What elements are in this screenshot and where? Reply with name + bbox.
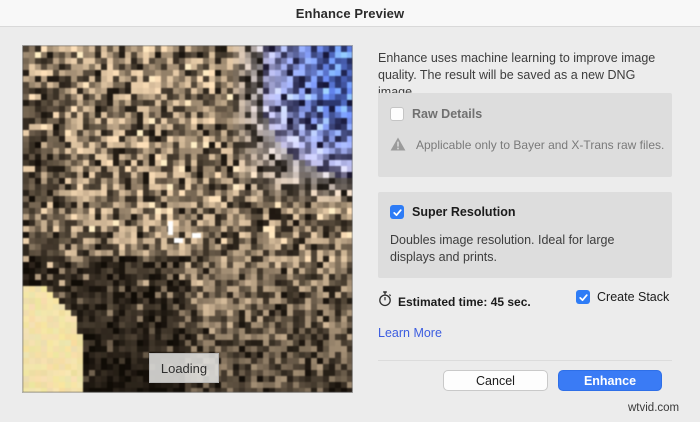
raw-details-note: Applicable only to Bayer and X-Trans raw… xyxy=(416,137,664,153)
raw-details-section: Raw Details Applicable only to Bayer and… xyxy=(378,93,672,177)
warning-icon xyxy=(390,137,406,156)
estimated-time-label: Estimated time: 45 sec. xyxy=(398,295,531,309)
raw-details-option[interactable]: Raw Details xyxy=(390,107,482,121)
watermark: wtvid.com xyxy=(628,402,679,414)
loading-label: Loading xyxy=(161,361,207,376)
learn-more-link[interactable]: Learn More xyxy=(378,326,442,340)
create-stack-checkbox[interactable] xyxy=(576,290,590,304)
check-icon xyxy=(392,207,403,218)
super-resolution-section: Super Resolution Doubles image resolutio… xyxy=(378,192,672,278)
raw-details-warning: Applicable only to Bayer and X-Trans raw… xyxy=(390,137,664,156)
super-resolution-option[interactable]: Super Resolution xyxy=(390,205,515,219)
stopwatch-icon xyxy=(378,291,392,312)
create-stack-label: Create Stack xyxy=(597,290,669,304)
cancel-button[interactable]: Cancel xyxy=(443,370,548,391)
preview-image[interactable] xyxy=(23,46,352,392)
options-panel: Enhance uses machine learning to improve… xyxy=(378,0,672,422)
enhance-preview-dialog: Enhance Preview Loading Enhance uses mac… xyxy=(0,0,700,422)
raw-details-checkbox[interactable] xyxy=(390,107,404,121)
footer-divider xyxy=(378,360,672,361)
raw-details-label: Raw Details xyxy=(412,107,482,121)
create-stack-option[interactable]: Create Stack xyxy=(576,290,669,304)
enhance-button[interactable]: Enhance xyxy=(558,370,662,391)
estimated-time: Estimated time: 45 sec. xyxy=(378,291,531,312)
check-icon xyxy=(578,292,589,303)
super-resolution-checkbox[interactable] xyxy=(390,205,404,219)
loading-indicator: Loading xyxy=(149,353,219,383)
super-resolution-label: Super Resolution xyxy=(412,205,515,219)
super-resolution-description: Doubles image resolution. Ideal for larg… xyxy=(390,232,658,266)
image-preview-area[interactable]: Loading xyxy=(22,45,353,393)
